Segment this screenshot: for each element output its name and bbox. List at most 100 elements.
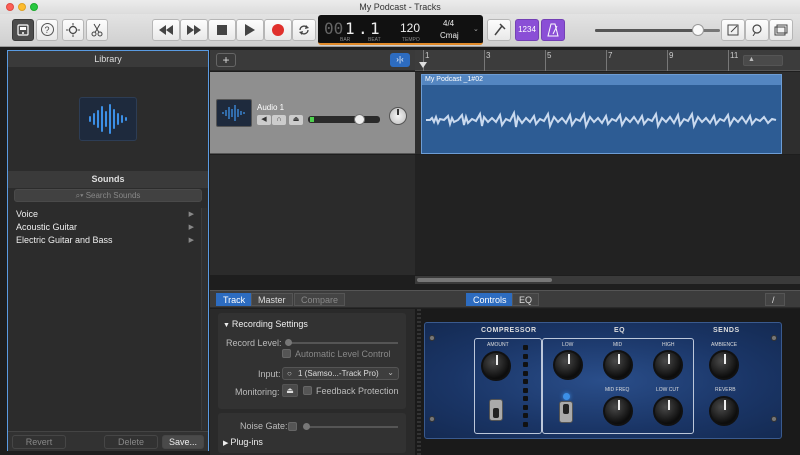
audio-region[interactable]: My Podcast _1#02 — [421, 74, 782, 154]
horizontal-scrollbar[interactable] — [415, 276, 800, 284]
track-list-empty-area[interactable] — [210, 155, 415, 275]
ruler-zoom-control[interactable]: ▲ — [743, 55, 783, 66]
library-category-voice[interactable]: Voice ▶ — [8, 208, 208, 221]
noise-gate-slider[interactable] — [303, 423, 398, 430]
metronome-button[interactable] — [541, 19, 565, 41]
screw-icon — [429, 335, 435, 341]
eq-low-cut-knob[interactable] — [653, 396, 683, 426]
eq-low-knob[interactable] — [553, 350, 583, 380]
eq-power-led — [563, 393, 570, 400]
lcd-mode-chevron-icon[interactable]: ⌄ — [473, 25, 479, 33]
eq-mid-label: MID — [613, 342, 623, 348]
minimize-window-button[interactable] — [18, 3, 26, 11]
smart-controls-button[interactable] — [62, 19, 84, 41]
eq-toggle[interactable] — [559, 401, 573, 423]
fast-forward-button[interactable] — [180, 19, 208, 41]
chevron-down-icon: ⌄ — [387, 368, 394, 377]
arrange-empty-area[interactable] — [415, 155, 800, 275]
ruler-tick-label: 5 — [547, 51, 552, 60]
library-button[interactable] — [12, 19, 34, 41]
search-sounds-input[interactable]: ⌕▾ Search Sounds — [14, 189, 202, 202]
ambience-knob[interactable] — [709, 350, 739, 380]
tab-master[interactable]: Master — [251, 293, 293, 306]
tab-track[interactable]: Track — [216, 293, 253, 306]
catch-icon: ›|‹ — [396, 55, 404, 64]
ruler-tick-label: 7 — [608, 51, 613, 60]
recording-settings-heading[interactable]: ▼ Recording Settings — [223, 319, 308, 329]
stop-button[interactable] — [208, 19, 236, 41]
track-volume-slider[interactable] — [308, 114, 380, 125]
eq-high-knob[interactable] — [653, 350, 683, 380]
scissors-icon — [91, 23, 103, 37]
input-select-icon: ○ — [287, 369, 292, 378]
tab-compare[interactable]: Compare — [294, 293, 346, 306]
cycle-button[interactable] — [292, 19, 316, 41]
library-category-acoustic-guitar[interactable]: Acoustic Guitar ▶ — [8, 221, 208, 234]
eq-mid-freq-knob[interactable] — [603, 396, 633, 426]
lcd-display[interactable]: 00 1 . 1 BAR BEAT 120 TEMPO 4/4 Cmaj ⌄ — [318, 15, 483, 45]
smart-controls-inspector-button[interactable]: / — [765, 293, 785, 306]
record-button[interactable] — [264, 19, 292, 41]
rewind-icon — [159, 25, 173, 35]
tracks-header-bar: + ›|‹ — [210, 50, 415, 71]
zoom-window-button[interactable] — [30, 3, 38, 11]
ruler-tick-line — [667, 50, 668, 71]
timeline-ruler[interactable]: 1 3 5 7 9 11 ▲ — [415, 50, 800, 71]
feedback-protection-checkbox[interactable] — [303, 386, 312, 395]
editors-button[interactable] — [86, 19, 108, 41]
catch-playhead-button[interactable]: ›|‹ — [390, 53, 410, 67]
eq-mid-knob[interactable] — [603, 350, 633, 380]
revert-button[interactable]: Revert — [12, 435, 66, 449]
chevron-right-icon: ▶ — [188, 224, 194, 231]
monitor-icon: ⏏ — [292, 116, 300, 123]
record-level-slider[interactable] — [285, 339, 398, 346]
notepad-button[interactable] — [721, 19, 745, 41]
count-in-button[interactable]: 1234 — [515, 19, 539, 41]
delete-button[interactable]: Delete — [104, 435, 158, 449]
lcd-time-signature[interactable]: 4/4 — [443, 19, 454, 28]
track-name[interactable]: Audio 1 — [257, 103, 284, 112]
track-icon-waveform[interactable] — [216, 99, 252, 127]
disclosure-open-icon: ▼ — [223, 322, 232, 329]
reverb-knob[interactable] — [709, 396, 739, 426]
scroll-thumb[interactable] — [417, 278, 552, 282]
tuner-icon — [494, 23, 506, 36]
monitor-icon: ⏏ — [286, 386, 294, 395]
track-header[interactable]: Audio 1 ◀ ∩ ⏏ — [210, 72, 415, 154]
input-select[interactable]: ○ 1 (Samso...-Track Pro) ⌄ — [282, 367, 399, 380]
track-volume-knob[interactable] — [353, 114, 365, 125]
playhead-marker[interactable] — [419, 62, 427, 68]
sends-title: SENDS — [713, 327, 740, 334]
tab-controls[interactable]: Controls — [466, 293, 514, 306]
loop-browser-button[interactable] — [745, 19, 769, 41]
resize-handle[interactable] — [417, 309, 421, 455]
add-track-button[interactable]: + — [216, 53, 236, 67]
amount-knob[interactable] — [481, 351, 511, 381]
plugins-heading[interactable]: ▶ Plug-ins — [223, 437, 263, 447]
library-category-electric-guitar[interactable]: Electric Guitar and Bass ▶ — [8, 234, 208, 247]
master-volume-knob[interactable] — [691, 24, 704, 36]
tab-eq[interactable]: EQ — [512, 293, 540, 306]
media-browser-button[interactable] — [769, 19, 793, 41]
play-button[interactable] — [236, 19, 264, 41]
library-scrollbar[interactable] — [201, 208, 207, 430]
monitoring-button[interactable]: ⏏ — [282, 384, 298, 397]
master-volume-slider[interactable] — [595, 24, 720, 36]
compressor-section — [474, 338, 542, 434]
close-window-button[interactable] — [6, 3, 14, 11]
rewind-button[interactable] — [152, 19, 180, 41]
compressor-toggle[interactable] — [489, 399, 503, 421]
lcd-tempo[interactable]: 120 — [400, 21, 420, 35]
mute-button[interactable]: ◀ — [257, 115, 271, 125]
monitoring-label: Monitoring: — [235, 387, 280, 397]
lcd-key[interactable]: Cmaj — [440, 31, 459, 40]
pan-knob[interactable] — [389, 107, 407, 125]
quick-help-button[interactable]: ? — [36, 19, 58, 41]
save-button[interactable]: Save... — [162, 435, 204, 449]
ruler-tick-label: 1 — [425, 51, 430, 60]
solo-button[interactable]: ∩ — [272, 115, 286, 125]
input-monitor-button[interactable]: ⏏ — [289, 115, 303, 125]
tuner-button[interactable] — [487, 19, 511, 41]
auto-level-checkbox[interactable] — [282, 349, 291, 358]
noise-gate-checkbox[interactable] — [288, 422, 297, 431]
